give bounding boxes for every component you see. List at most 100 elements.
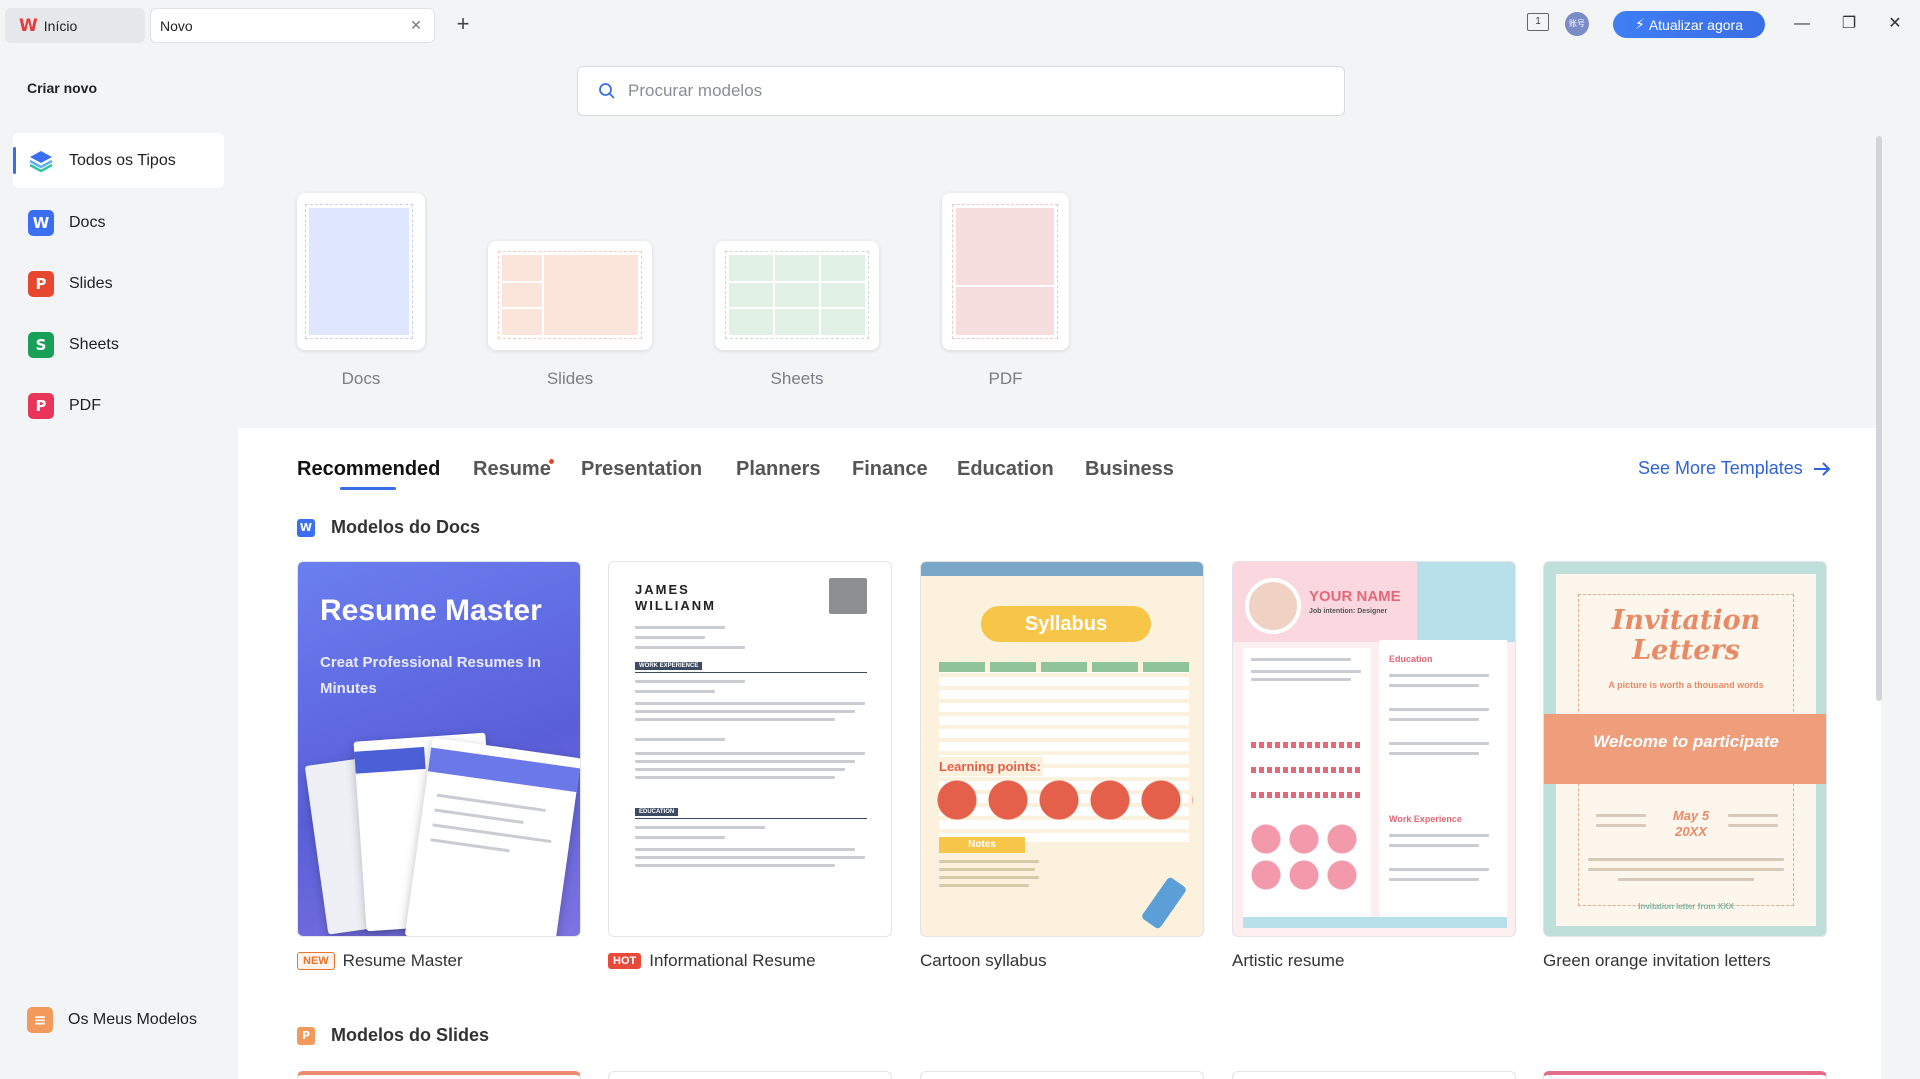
section-label: EDUCATION	[635, 808, 679, 816]
my-templates-label: Os Meus Modelos	[68, 1011, 197, 1028]
tab-planners[interactable]: Planners	[736, 458, 820, 481]
invitation-title: Invitation Letters	[1611, 605, 1761, 666]
slides-template-card[interactable]	[608, 1071, 892, 1079]
see-more-label: See More Templates	[1638, 458, 1803, 478]
lightning-icon: ⚡	[1634, 16, 1645, 32]
sidebar-item-label: Todos os Tipos	[69, 151, 176, 169]
slides-icon: P	[297, 1026, 315, 1045]
close-window-icon[interactable]: ✕	[1883, 12, 1907, 36]
learning-points-label: Learning points:	[937, 757, 1043, 776]
blank-docs-label: Docs	[341, 369, 381, 388]
tab-resume[interactable]: Resume	[473, 458, 551, 481]
template-name[interactable]: NEW Resume Master	[297, 951, 463, 971]
my-templates-link[interactable]: ≡ Os Meus Modelos	[27, 1007, 197, 1033]
sidebar-item-sheets[interactable]: S Sheets	[13, 317, 224, 372]
sidebar-item-all-types[interactable]: Todos os Tipos	[13, 133, 224, 188]
new-dot-badge	[549, 459, 554, 464]
blank-sheets[interactable]: Sheets	[715, 241, 879, 388]
template-name-label: Informational Resume	[649, 951, 816, 970]
wps-logo-icon: W	[19, 15, 38, 36]
close-tab-icon[interactable]: ✕	[407, 16, 425, 34]
blank-pdf[interactable]: PDF	[942, 193, 1069, 388]
tab-education[interactable]: Education	[957, 458, 1054, 481]
template-card-resume-master[interactable]: Resume Master Creat Professional Resumes…	[297, 561, 581, 937]
slides-template-card[interactable]	[1232, 1071, 1516, 1079]
syllabus-title: Syllabus	[981, 606, 1151, 642]
tab-home-label: Início	[43, 17, 78, 34]
template-card-cartoon-syllabus[interactable]: Syllabus Learning points: Notes	[920, 561, 1204, 937]
sidebar-item-docs[interactable]: W Docs	[13, 195, 224, 250]
invitation-banner: Welcome to participate	[1593, 732, 1779, 751]
upgrade-button[interactable]: ⚡ Atualizar agora	[1613, 11, 1765, 38]
sidebar-item-pdf[interactable]: P PDF	[13, 378, 224, 433]
add-tab-icon[interactable]: +	[451, 12, 475, 36]
pdf-icon: P	[28, 392, 54, 419]
template-name-label: Green orange invitation letters	[1543, 951, 1771, 970]
title-bar: W Início Novo ✕ + 1 账号 ⚡ Atualizar agora…	[0, 0, 1920, 50]
invitation-from: Invitation letter from XXX	[1638, 902, 1734, 911]
blank-docs[interactable]: Docs	[297, 193, 425, 388]
template-name-label: Artistic resume	[1232, 951, 1345, 970]
job-intention: Job intention: Designer	[1309, 608, 1388, 615]
template-name[interactable]: Cartoon syllabus	[920, 951, 1047, 971]
blank-slides-label: Slides	[546, 369, 594, 388]
blank-pdf-label: PDF	[988, 369, 1023, 388]
docs-icon: W	[297, 518, 315, 537]
tab-presentation[interactable]: Presentation	[581, 458, 702, 481]
view-mode-icon[interactable]: 1	[1527, 13, 1549, 31]
sheets-icon: S	[28, 331, 54, 358]
new-badge: NEW	[297, 952, 335, 970]
minimize-icon[interactable]: —	[1790, 12, 1814, 36]
avatar[interactable]: 账号	[1565, 12, 1589, 36]
template-name[interactable]: Artistic resume	[1232, 951, 1344, 971]
active-tab-indicator	[340, 487, 396, 490]
hot-badge: HOT	[608, 953, 642, 969]
sidebar-item-label: PDF	[69, 396, 101, 414]
template-card-invitation-letters[interactable]: Invitation Letters A picture is worth a …	[1543, 561, 1827, 937]
tab-business[interactable]: Business	[1085, 458, 1174, 481]
template-name[interactable]: Green orange invitation letters	[1543, 951, 1771, 971]
layers-icon	[28, 148, 54, 174]
template-card-artistic-resume[interactable]: YOUR NAME Job intention: Designer Educat…	[1232, 561, 1516, 937]
invitation-tagline: A picture is worth a thousand words	[1608, 680, 1764, 690]
blank-sheets-thumbnail	[715, 241, 879, 350]
tab-new[interactable]: Novo ✕	[150, 8, 435, 43]
template-search[interactable]	[577, 66, 1345, 116]
blank-slides-thumbnail	[488, 241, 652, 350]
section-title-label: Modelos do Slides	[331, 1025, 490, 1045]
sidebar-item-slides[interactable]: P Slides	[13, 256, 224, 311]
sidebar-item-label: Slides	[69, 274, 113, 292]
notes-label: Notes	[939, 837, 1025, 853]
see-more-templates-link[interactable]: See More Templates	[1638, 458, 1831, 479]
docs-templates-heading: W Modelos do Docs	[297, 517, 480, 538]
template-name-label: Resume Master	[342, 951, 463, 970]
sidebar-item-label: Sheets	[69, 335, 119, 353]
restore-icon[interactable]: ❐	[1837, 12, 1861, 36]
blank-pdf-thumbnail	[942, 193, 1069, 350]
invitation-date: May 5 20XX	[1672, 808, 1710, 839]
blank-sheets-label: Sheets	[770, 369, 824, 388]
knowledge-bubbles	[937, 780, 1193, 820]
tab-new-label: Novo	[160, 17, 193, 34]
tab-home[interactable]: W Início	[5, 8, 145, 43]
avatar-text: 账号	[1569, 19, 1585, 28]
blank-slides[interactable]: Slides	[488, 241, 652, 388]
tab-recommended[interactable]: Recommended	[297, 458, 440, 481]
create-new-heading: Criar novo	[27, 80, 98, 96]
slides-template-card[interactable]	[920, 1071, 1204, 1079]
slides-template-card[interactable]	[1543, 1071, 1827, 1079]
section-label: WORK EXPERIENCE	[635, 662, 703, 670]
work-experience-label: Work Experience	[1389, 814, 1462, 824]
education-label: Education	[1389, 654, 1433, 664]
template-card-informational-resume[interactable]: JAMES WILLIANM WORK EXPERIENCE EDUCATION	[608, 561, 892, 937]
resume-name: JAMES WILLIANM	[635, 582, 716, 613]
slides-template-card[interactable]	[297, 1071, 581, 1079]
avatar	[1245, 578, 1301, 634]
template-name-label: Cartoon syllabus	[920, 951, 1047, 970]
scrollbar[interactable]	[1876, 136, 1882, 701]
sidebar-item-label: Docs	[69, 213, 106, 231]
tab-finance[interactable]: Finance	[852, 458, 928, 481]
search-input[interactable]	[628, 81, 1278, 101]
profile-photo	[829, 578, 867, 614]
template-name[interactable]: HOT Informational Resume	[608, 951, 816, 971]
